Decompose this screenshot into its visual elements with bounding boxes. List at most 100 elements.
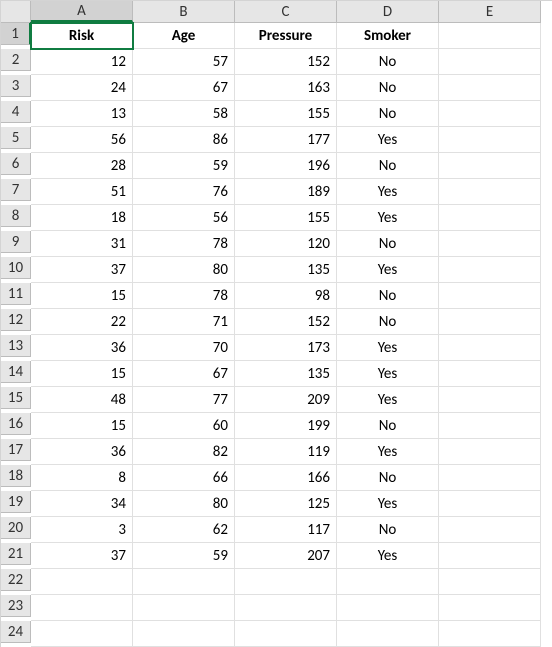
cell-B20[interactable]: 62 — [133, 517, 235, 543]
cell-E4[interactable] — [439, 101, 541, 127]
cell-A22[interactable] — [31, 569, 133, 595]
col-header-D[interactable]: D — [337, 1, 439, 23]
cell-B19[interactable]: 80 — [133, 491, 235, 517]
cell-E7[interactable] — [439, 179, 541, 205]
cell-A4[interactable]: 13 — [31, 101, 133, 127]
cell-B4[interactable]: 58 — [133, 101, 235, 127]
cell-C24[interactable] — [235, 621, 337, 647]
cell-E13[interactable] — [439, 335, 541, 361]
cell-A16[interactable]: 15 — [31, 413, 133, 439]
cell-C4[interactable]: 155 — [235, 101, 337, 127]
cell-D21[interactable]: Yes — [337, 543, 439, 569]
row-header-3[interactable]: 3 — [1, 75, 31, 97]
cell-C1[interactable]: Pressure — [235, 23, 337, 49]
cell-E11[interactable] — [439, 283, 541, 309]
row-header-7[interactable]: 7 — [1, 179, 31, 201]
row-header-14[interactable]: 14 — [1, 361, 31, 383]
cell-A19[interactable]: 34 — [31, 491, 133, 517]
cell-E5[interactable] — [439, 127, 541, 153]
cell-A14[interactable]: 15 — [31, 361, 133, 387]
cell-D5[interactable]: Yes — [337, 127, 439, 153]
cell-A3[interactable]: 24 — [31, 75, 133, 101]
cell-C14[interactable]: 135 — [235, 361, 337, 387]
row-header-15[interactable]: 15 — [1, 387, 31, 409]
cell-E1[interactable] — [439, 23, 541, 49]
cell-B11[interactable]: 78 — [133, 283, 235, 309]
row-header-2[interactable]: 2 — [1, 49, 31, 71]
cell-C2[interactable]: 152 — [235, 49, 337, 75]
cell-C5[interactable]: 177 — [235, 127, 337, 153]
cell-D12[interactable]: No — [337, 309, 439, 335]
cell-C13[interactable]: 173 — [235, 335, 337, 361]
cell-B6[interactable]: 59 — [133, 153, 235, 179]
row-header-22[interactable]: 22 — [1, 569, 31, 591]
cell-E17[interactable] — [439, 439, 541, 465]
row-header-19[interactable]: 19 — [1, 491, 31, 513]
cell-D7[interactable]: Yes — [337, 179, 439, 205]
cell-E9[interactable] — [439, 231, 541, 257]
cell-C17[interactable]: 119 — [235, 439, 337, 465]
cell-A5[interactable]: 56 — [31, 127, 133, 153]
cell-E19[interactable] — [439, 491, 541, 517]
cell-D23[interactable] — [337, 595, 439, 621]
cell-B9[interactable]: 78 — [133, 231, 235, 257]
cell-D14[interactable]: Yes — [337, 361, 439, 387]
cell-E18[interactable] — [439, 465, 541, 491]
col-header-E[interactable]: E — [439, 1, 541, 23]
cell-A8[interactable]: 18 — [31, 205, 133, 231]
row-header-17[interactable]: 17 — [1, 439, 31, 461]
cell-E24[interactable] — [439, 621, 541, 647]
cell-B16[interactable]: 60 — [133, 413, 235, 439]
cell-A21[interactable]: 37 — [31, 543, 133, 569]
cell-C19[interactable]: 125 — [235, 491, 337, 517]
cell-B14[interactable]: 67 — [133, 361, 235, 387]
cell-B10[interactable]: 80 — [133, 257, 235, 283]
cell-A12[interactable]: 22 — [31, 309, 133, 335]
col-header-A[interactable]: A — [31, 1, 133, 22]
cell-D17[interactable]: Yes — [337, 439, 439, 465]
cell-B24[interactable] — [133, 621, 235, 647]
cell-B1[interactable]: Age — [133, 23, 235, 49]
cell-D24[interactable] — [337, 621, 439, 647]
cell-E21[interactable] — [439, 543, 541, 569]
cell-E23[interactable] — [439, 595, 541, 621]
cell-C7[interactable]: 189 — [235, 179, 337, 205]
row-header-5[interactable]: 5 — [1, 127, 31, 149]
cell-B15[interactable]: 77 — [133, 387, 235, 413]
cell-E15[interactable] — [439, 387, 541, 413]
cell-A9[interactable]: 31 — [31, 231, 133, 257]
row-header-21[interactable]: 21 — [1, 543, 31, 565]
cell-C11[interactable]: 98 — [235, 283, 337, 309]
cell-D8[interactable]: Yes — [337, 205, 439, 231]
cell-B21[interactable]: 59 — [133, 543, 235, 569]
cell-A6[interactable]: 28 — [31, 153, 133, 179]
cell-D2[interactable]: No — [337, 49, 439, 75]
cell-D1[interactable]: Smoker — [337, 23, 439, 49]
cell-A2[interactable]: 12 — [31, 49, 133, 75]
row-header-9[interactable]: 9 — [1, 231, 31, 253]
cell-D16[interactable]: No — [337, 413, 439, 439]
row-header-18[interactable]: 18 — [1, 465, 31, 487]
cell-A23[interactable] — [31, 595, 133, 621]
cell-E2[interactable] — [439, 49, 541, 75]
cell-C20[interactable]: 117 — [235, 517, 337, 543]
cell-A1[interactable]: Risk — [31, 23, 133, 49]
cell-A15[interactable]: 48 — [31, 387, 133, 413]
cell-A20[interactable]: 3 — [31, 517, 133, 543]
cell-E3[interactable] — [439, 75, 541, 101]
col-header-B[interactable]: B — [133, 1, 235, 23]
cell-D20[interactable]: No — [337, 517, 439, 543]
cell-D18[interactable]: No — [337, 465, 439, 491]
cell-B12[interactable]: 71 — [133, 309, 235, 335]
cell-B5[interactable]: 86 — [133, 127, 235, 153]
cell-C12[interactable]: 152 — [235, 309, 337, 335]
cell-C15[interactable]: 209 — [235, 387, 337, 413]
row-header-10[interactable]: 10 — [1, 257, 31, 279]
cell-B23[interactable] — [133, 595, 235, 621]
cell-E12[interactable] — [439, 309, 541, 335]
cell-D13[interactable]: Yes — [337, 335, 439, 361]
cell-C10[interactable]: 135 — [235, 257, 337, 283]
cell-D9[interactable]: No — [337, 231, 439, 257]
cell-E8[interactable] — [439, 205, 541, 231]
cell-B13[interactable]: 70 — [133, 335, 235, 361]
